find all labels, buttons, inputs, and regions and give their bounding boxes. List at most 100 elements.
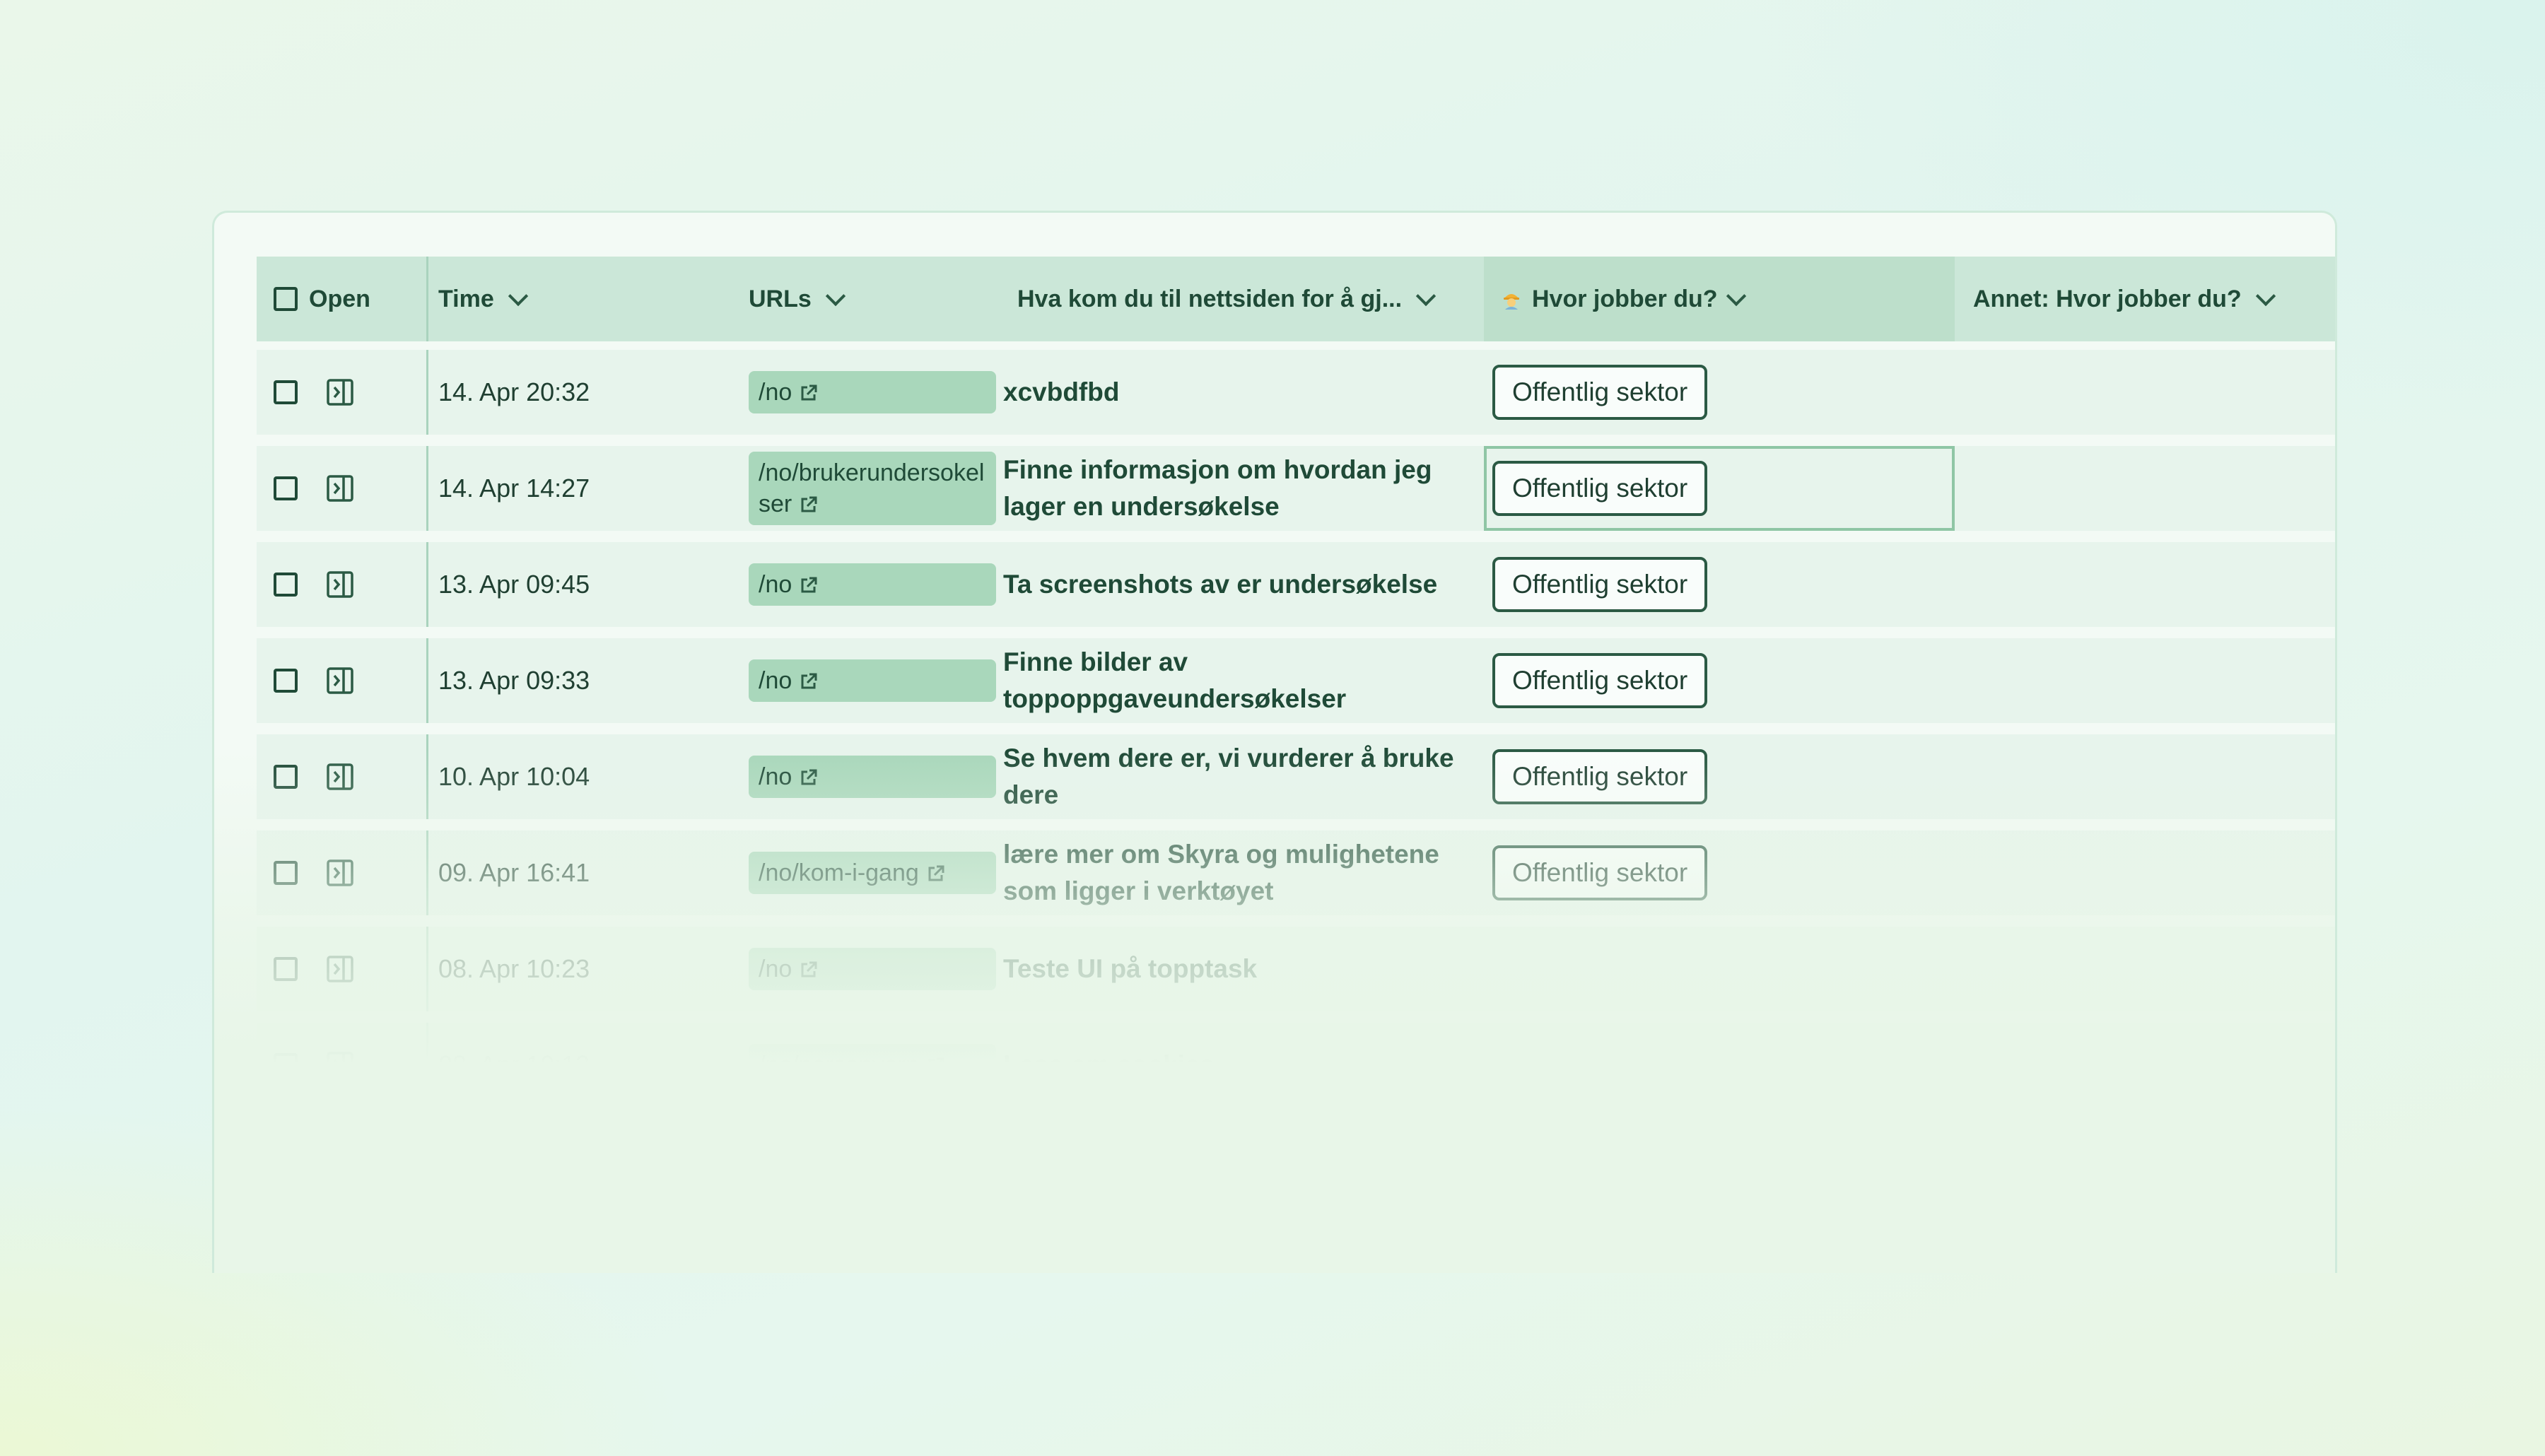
row-other-cell[interactable] bbox=[1955, 1023, 2335, 1108]
panel-open-icon[interactable] bbox=[326, 859, 354, 887]
row-other-cell[interactable] bbox=[1955, 446, 2335, 531]
table-row[interactable]: 08. Apr 10:23 /no Teste UI på topptask bbox=[257, 927, 2335, 1011]
chevron-down-icon bbox=[1415, 286, 1437, 307]
chevron-down-icon bbox=[1726, 286, 1746, 307]
row-url-cell: /no bbox=[742, 734, 1003, 819]
row-work-cell[interactable]: Offentlig sektor bbox=[1484, 542, 1955, 627]
row-other-cell[interactable] bbox=[1955, 830, 2335, 915]
row-time: 13. Apr 09:33 bbox=[438, 666, 590, 695]
row-other-cell[interactable] bbox=[1955, 542, 2335, 627]
row-open-cell bbox=[257, 350, 428, 435]
external-link-icon bbox=[801, 769, 817, 785]
row-other-cell[interactable] bbox=[1955, 734, 2335, 819]
row-work-cell[interactable] bbox=[1484, 1023, 1955, 1108]
url-link[interactable]: /no bbox=[749, 371, 996, 413]
panel-open-icon[interactable] bbox=[326, 1051, 354, 1079]
row-other-cell[interactable] bbox=[1955, 927, 2335, 1011]
row-work-cell[interactable]: Offentlig sektor bbox=[1484, 830, 1955, 915]
row-work-cell[interactable]: Offentlig sektor bbox=[1484, 446, 1955, 531]
url-link[interactable]: /no bbox=[749, 948, 996, 990]
work-tag[interactable]: Offentlig sektor bbox=[1492, 461, 1708, 516]
table-row[interactable]: 09. Apr 16:41 /no/kom-i-gang lære mer om… bbox=[257, 830, 2335, 915]
row-answer-cell: Lese om cookies bbox=[1003, 1023, 1484, 1108]
row-work-cell[interactable] bbox=[1484, 927, 1955, 1011]
row-open-cell bbox=[257, 542, 428, 627]
row-answer-cell: Finne bilder av toppoppgaveundersøkelser bbox=[1003, 638, 1484, 723]
work-tag[interactable]: Offentlig sektor bbox=[1492, 557, 1708, 612]
table-row[interactable]: 13. Apr 09:45 /no Ta screenshots av er u… bbox=[257, 542, 2335, 627]
row-open-cell bbox=[257, 927, 428, 1011]
row-answer: Ta screenshots av er undersøkelse bbox=[1003, 570, 1438, 599]
row-checkbox[interactable] bbox=[274, 380, 298, 404]
row-work-cell[interactable]: Offentlig sektor bbox=[1484, 734, 1955, 819]
panel-open-icon[interactable] bbox=[326, 667, 354, 695]
work-tag[interactable]: Offentlig sektor bbox=[1492, 365, 1708, 420]
url-link[interactable]: /no/brukerundersokelser bbox=[749, 452, 996, 525]
work-tag[interactable]: Offentlig sektor bbox=[1492, 653, 1708, 708]
panel-open-icon[interactable] bbox=[326, 763, 354, 791]
header-work[interactable]: Hvor jobber du? bbox=[1484, 257, 1955, 341]
url-link[interactable]: /no bbox=[749, 563, 996, 606]
panel-open-icon[interactable] bbox=[326, 570, 354, 599]
external-link-icon bbox=[801, 496, 817, 512]
row-answer-cell: Teste UI på topptask bbox=[1003, 927, 1484, 1011]
header-other[interactable]: Annet: Hvor jobber du? bbox=[1955, 257, 2335, 341]
row-checkbox[interactable] bbox=[274, 861, 298, 885]
panel-open-icon[interactable] bbox=[326, 474, 354, 503]
row-checkbox[interactable] bbox=[274, 476, 298, 500]
table-row[interactable]: 13. Apr 09:33 /no Finne bilder av toppop… bbox=[257, 638, 2335, 723]
url-text: /no/personvern bbox=[759, 1052, 919, 1079]
row-answer-cell: Se hvem dere er, vi vurderer å bruke der… bbox=[1003, 734, 1484, 819]
external-link-icon bbox=[801, 577, 817, 593]
row-checkbox[interactable] bbox=[274, 669, 298, 693]
header-other-label: Annet: Hvor jobber du? bbox=[1973, 285, 2242, 312]
row-time-cell: 13. Apr 09:45 bbox=[428, 542, 742, 627]
row-time: 13. Apr 09:45 bbox=[438, 570, 590, 599]
url-link[interactable]: /no/kom-i-gang bbox=[749, 852, 996, 894]
url-link[interactable]: /no bbox=[749, 756, 996, 798]
row-checkbox[interactable] bbox=[274, 1053, 298, 1077]
header-time[interactable]: Time bbox=[428, 257, 742, 341]
row-url-cell: /no/personvern bbox=[742, 1023, 1003, 1108]
table-row[interactable]: 10. Apr 10:04 /no Se hvem dere er, vi vu… bbox=[257, 734, 2335, 819]
work-tag[interactable]: Offentlig sektor bbox=[1492, 845, 1708, 900]
row-answer-cell: xcvbdfbd bbox=[1003, 350, 1484, 435]
row-checkbox[interactable] bbox=[274, 765, 298, 789]
select-all-checkbox[interactable] bbox=[274, 287, 298, 311]
table-row[interactable]: 14. Apr 20:32 /no xcvbdfbd Offentlig sek… bbox=[257, 350, 2335, 435]
row-answer: Lese om cookies bbox=[1003, 1050, 1215, 1079]
row-url-cell: /no/brukerundersokelser bbox=[742, 446, 1003, 531]
url-text: /no bbox=[759, 763, 792, 790]
row-checkbox[interactable] bbox=[274, 957, 298, 981]
header-question[interactable]: Hva kom du til nettsiden for å gj... bbox=[1003, 257, 1484, 341]
chevron-down-icon bbox=[825, 286, 846, 307]
row-time: 08. Apr 10:23 bbox=[438, 954, 590, 983]
work-tag[interactable]: Offentlig sektor bbox=[1492, 749, 1708, 804]
row-answer: lære mer om Skyra og mulighetene som lig… bbox=[1003, 840, 1439, 905]
row-time: 10. Apr 10:04 bbox=[438, 762, 590, 791]
url-link[interactable]: /no/personvern bbox=[749, 1044, 996, 1086]
row-work-cell[interactable]: Offentlig sektor bbox=[1484, 638, 1955, 723]
panel-open-icon[interactable] bbox=[326, 378, 354, 406]
table-row[interactable]: 08. Apr 10:13 /no/personvern Lese om coo… bbox=[257, 1023, 2335, 1108]
row-other-cell[interactable] bbox=[1955, 350, 2335, 435]
header-urls[interactable]: URLs bbox=[742, 257, 1003, 341]
table-row[interactable]: 14. Apr 14:27 /no/brukerundersokelser Fi… bbox=[257, 446, 2335, 531]
panel-open-icon[interactable] bbox=[326, 955, 354, 983]
row-checkbox[interactable] bbox=[274, 573, 298, 597]
url-text: /no bbox=[759, 571, 792, 598]
row-open-cell bbox=[257, 1023, 428, 1108]
row-answer-cell: lære mer om Skyra og mulighetene som lig… bbox=[1003, 830, 1484, 915]
header-urls-label: URLs bbox=[749, 285, 812, 312]
row-work-cell[interactable]: Offentlig sektor bbox=[1484, 350, 1955, 435]
row-url-cell: /no bbox=[742, 638, 1003, 723]
header-question-label: Hva kom du til nettsiden for å gj... bbox=[1017, 285, 1403, 312]
row-other-cell[interactable] bbox=[1955, 638, 2335, 723]
url-link[interactable]: /no bbox=[749, 659, 996, 702]
url-text: /no bbox=[759, 956, 792, 982]
header-work-label: Hvor jobber du? bbox=[1532, 285, 1718, 312]
external-link-icon bbox=[928, 865, 944, 881]
row-answer: Se hvem dere er, vi vurderer å bruke der… bbox=[1003, 744, 1454, 809]
row-url-cell: /no bbox=[742, 927, 1003, 1011]
row-time: 14. Apr 14:27 bbox=[438, 474, 590, 503]
